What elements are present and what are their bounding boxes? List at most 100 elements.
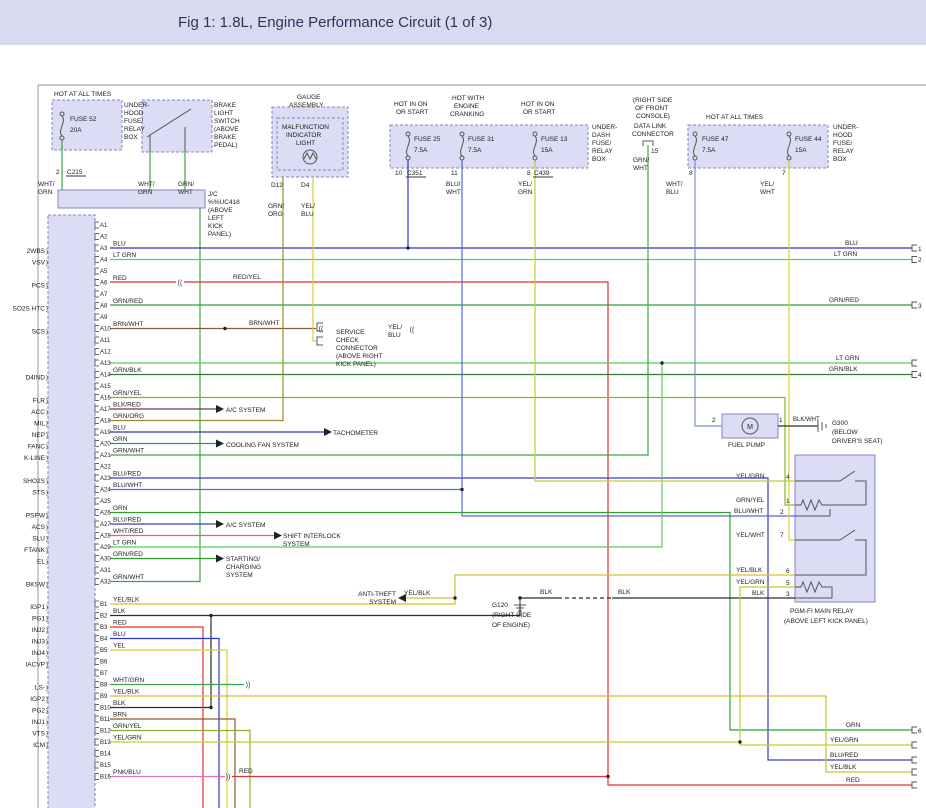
ecm-pin-id: A29 bbox=[100, 545, 111, 551]
brace-icon: } bbox=[46, 433, 48, 439]
wire-color-label: BRN bbox=[113, 712, 127, 719]
ecm-signal-label: FANC bbox=[28, 444, 46, 451]
wire-color-label: GRN bbox=[113, 436, 128, 443]
wire-a16-grnyel bbox=[110, 398, 795, 506]
ecm-pin-id: B2 bbox=[100, 614, 108, 620]
diagram-label: ENGINE bbox=[454, 103, 480, 110]
diagram-label: TACHOMETER bbox=[333, 430, 378, 437]
brace-icon: } bbox=[46, 605, 48, 611]
pin-bracket-icon bbox=[95, 349, 99, 355]
pin-bracket-icon bbox=[95, 303, 99, 309]
brace-icon: } bbox=[46, 640, 48, 646]
ecm-pin-id: A4 bbox=[100, 258, 108, 264]
pin-bracket-icon bbox=[95, 418, 99, 424]
diagram-label: YEL/ bbox=[760, 181, 774, 188]
ecm-pin-id: A19 bbox=[100, 430, 111, 436]
diagram-label: GRN bbox=[846, 722, 861, 729]
pin-bracket-icon bbox=[95, 429, 99, 435]
diagram-label: WHT/ bbox=[666, 181, 683, 188]
diagram-label: HOT IN ON bbox=[394, 101, 428, 108]
arrow-icon bbox=[216, 440, 224, 448]
pin-bracket-icon bbox=[95, 636, 99, 642]
wire-color-label: BRN/WHT bbox=[113, 321, 143, 328]
diagram-label: BLK bbox=[752, 590, 765, 597]
brake-switch-box bbox=[142, 100, 212, 152]
diagram-label: OF FRONT bbox=[635, 105, 668, 112]
pin-bracket-icon bbox=[95, 406, 99, 412]
wire-color-label: YEL/BLK bbox=[113, 597, 140, 604]
ecm-connector-box bbox=[48, 215, 95, 808]
brace-icon: } bbox=[46, 663, 48, 669]
wire-b11-brn bbox=[110, 719, 235, 808]
diagram-label: 15A bbox=[541, 147, 553, 154]
pin-bracket-icon bbox=[95, 682, 99, 688]
diagram-label: WHT bbox=[760, 189, 775, 196]
brace-icon: } bbox=[46, 732, 48, 738]
terminal-bracket-icon bbox=[912, 360, 917, 366]
wire-color-label: PNK/BLU bbox=[113, 769, 141, 776]
wire-color-label: YEL bbox=[113, 643, 126, 650]
diagram-label: YEL/GRN bbox=[736, 579, 765, 586]
junction-dot bbox=[223, 327, 226, 330]
diagram-label: GRN/YEL bbox=[736, 497, 765, 504]
diagram-label: CHARGING bbox=[226, 564, 261, 571]
ecm-signal-label: K-LINE bbox=[24, 455, 46, 462]
terminal-bracket-icon bbox=[912, 302, 917, 308]
connector-icon: )) bbox=[226, 774, 231, 781]
diagram-label: BLK bbox=[540, 589, 553, 596]
diagram-label: GRN/ bbox=[633, 157, 649, 164]
diagram-label: SYSTEM bbox=[283, 541, 310, 548]
terminal-bracket-icon bbox=[912, 372, 917, 378]
brace-icon: } bbox=[46, 651, 48, 657]
ecm-pin-id: A2 bbox=[100, 235, 108, 241]
diagram-label: YEL/BLK bbox=[404, 590, 431, 597]
ecm-pin-id: B6 bbox=[100, 660, 108, 666]
diagram-label: 11 bbox=[451, 170, 458, 177]
brace-icon: } bbox=[46, 617, 48, 623]
ecm-pin-id: A23 bbox=[100, 476, 111, 482]
ecm-pin-id: A14 bbox=[100, 373, 111, 379]
diagram-label: WHT/ bbox=[138, 181, 155, 188]
ecm-pin-id: B14 bbox=[100, 752, 111, 758]
diagram-label: YEL/BLK bbox=[830, 764, 857, 771]
terminal-bracket-icon bbox=[912, 742, 917, 748]
diagram-label: BLU/WHT bbox=[734, 508, 763, 515]
brace-icon: } bbox=[46, 743, 48, 749]
wire-color-label: LT GRN bbox=[113, 540, 137, 547]
diagram-label: HOT IN ON bbox=[521, 101, 555, 108]
diagram-label: 2 bbox=[918, 257, 922, 264]
junction-dot bbox=[406, 246, 409, 249]
diagram-label: C351 bbox=[407, 170, 423, 177]
ecm-pin-id: A6 bbox=[100, 281, 108, 287]
diagram-label: WHT/ bbox=[38, 181, 55, 188]
ecm-signal-label: NEP bbox=[32, 432, 45, 439]
diagram-label: 6 bbox=[918, 728, 922, 735]
ecm-pin-id: A22 bbox=[100, 465, 111, 471]
terminal-bracket-icon bbox=[912, 727, 917, 733]
wire-color-label: BLU/RED bbox=[113, 517, 141, 524]
diagram-label: MALFUNCTION bbox=[282, 124, 329, 131]
pin-bracket-icon bbox=[95, 739, 99, 745]
ecm-signal-label: SLU bbox=[32, 536, 45, 543]
diagram-label: RED/YEL bbox=[233, 274, 261, 281]
pin-bracket-icon bbox=[95, 222, 99, 228]
ecm-pin-id: B15 bbox=[100, 763, 111, 769]
junction-dot bbox=[460, 488, 463, 491]
diagram-label: 7.5A bbox=[702, 147, 716, 154]
junction-dot bbox=[209, 614, 212, 617]
ecm-pin-id: A7 bbox=[100, 292, 108, 298]
wire-color-label: BLK bbox=[113, 700, 126, 707]
diagram-label: YEL/ bbox=[301, 203, 315, 210]
ecm-pin-id: A30 bbox=[100, 557, 111, 563]
diagram-label: 5 bbox=[786, 580, 790, 587]
brace-icon: } bbox=[46, 720, 48, 726]
wire-color-label: GRN/YEL bbox=[113, 390, 142, 397]
ecm-pin-id: A24 bbox=[100, 488, 111, 494]
wire-fuse44-yelwht bbox=[789, 160, 795, 540]
diagram-label: LIGHT bbox=[214, 110, 233, 117]
brace-icon: } bbox=[46, 445, 48, 451]
ecm-signal-label: ICM bbox=[33, 742, 45, 749]
pin-bracket-icon bbox=[95, 487, 99, 493]
diagram-label: 7 bbox=[780, 532, 784, 539]
diagram-label: FUSE 25 bbox=[414, 136, 441, 143]
